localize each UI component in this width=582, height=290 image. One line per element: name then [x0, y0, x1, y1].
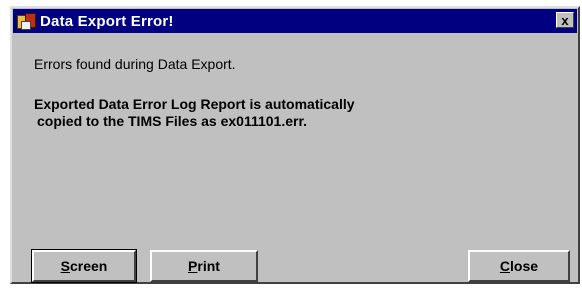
print-button-mnemonic: P	[188, 258, 198, 274]
error-message: Errors found during Data Export.	[34, 56, 236, 72]
close-icon[interactable]: x	[556, 12, 574, 28]
error-dialog: Data Export Error! x Errors found during…	[10, 6, 580, 284]
print-button[interactable]: Print	[150, 250, 258, 282]
title-bar[interactable]: Data Export Error! x	[13, 9, 577, 33]
log-report-line-1: Exported Data Error Log Report is automa…	[34, 96, 355, 112]
print-button-label: rint	[197, 258, 220, 274]
close-button[interactable]: Close	[468, 250, 570, 282]
screen-button[interactable]: Screen	[31, 249, 137, 283]
log-report-line-2: copied to the TIMS Files as ex011101.err…	[37, 113, 308, 129]
log-report-message: Exported Data Error Log Report is automa…	[34, 96, 355, 130]
dialog-title: Data Export Error!	[40, 12, 174, 30]
screen-button-mnemonic: S	[60, 258, 70, 274]
close-button-mnemonic: C	[499, 258, 511, 274]
app-icon[interactable]	[16, 12, 36, 30]
close-button-label: lose	[510, 258, 539, 274]
screen-button-label: creen	[69, 258, 108, 274]
